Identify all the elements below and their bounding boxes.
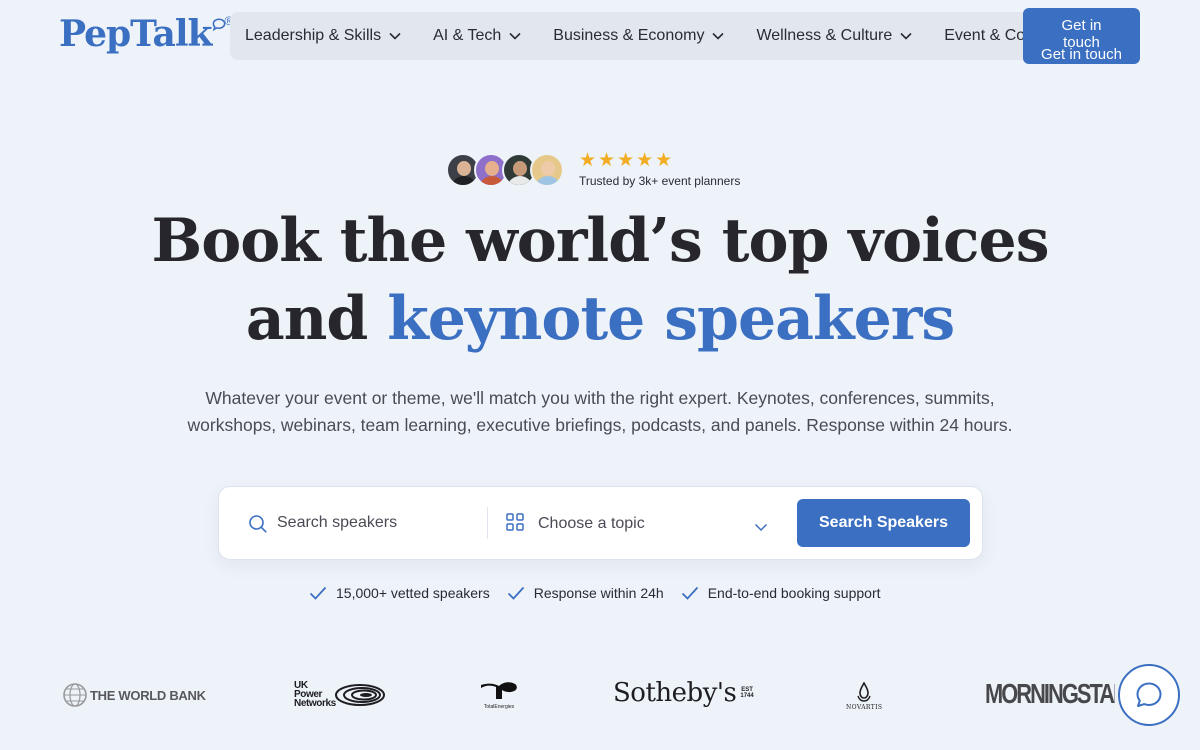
nav-item-ai-tech[interactable]: AI & Tech xyxy=(433,27,521,45)
feature-item: Response within 24h xyxy=(507,585,664,601)
cta-label-duplicate: Get in touch xyxy=(1041,46,1122,63)
hero-title-line-2: and keynote speakers xyxy=(0,280,1200,358)
nav-item-label: AI & Tech xyxy=(433,27,502,44)
feature-label: 15,000+ vetted speakers xyxy=(336,585,490,601)
chat-bubble-icon xyxy=(1136,682,1162,707)
feature-list: 15,000+ vetted speakers Response within … xyxy=(309,585,898,601)
search-speakers-button[interactable]: Search Speakers xyxy=(797,499,970,547)
sothebys-text: Sotheby's xyxy=(613,678,737,708)
nav-item-label: Wellness & Culture xyxy=(756,27,893,44)
main-nav: Leadership & Skills AI & Tech Business &… xyxy=(230,12,1030,60)
world-bank-logo: THE WORLD BANK xyxy=(62,682,206,708)
search-input[interactable] xyxy=(277,510,477,536)
nav-item-leadership[interactable]: Leadership & Skills xyxy=(245,27,401,45)
peptalk-logo[interactable]: PepTalk ® xyxy=(59,12,233,56)
sothebys-est: EST 1744 xyxy=(740,687,754,699)
totalenergies-logo: TotalEnergies xyxy=(479,680,519,710)
swirl-icon xyxy=(334,683,385,706)
speaker-search-bar: Choose a topic Search Speakers xyxy=(218,486,983,560)
nav-item-events[interactable]: Event & Confer xyxy=(944,27,1030,45)
topic-select[interactable]: Choose a topic xyxy=(506,507,776,541)
check-icon xyxy=(681,586,698,600)
feature-label: End-to-end booking support xyxy=(707,585,881,601)
subtitle-line-2: workshops, webinars, team learning, exec… xyxy=(187,415,1013,435)
trust-row: ★★★★★ Trusted by 3k+ event planners xyxy=(446,150,741,188)
nav-item-business[interactable]: Business & Economy xyxy=(553,27,725,45)
nav-item-label: Business & Economy xyxy=(553,27,705,44)
trust-text: ★★★★★ Trusted by 3k+ event planners xyxy=(579,150,741,188)
chevron-down-icon xyxy=(900,32,912,40)
check-icon xyxy=(507,586,524,600)
divider xyxy=(487,507,488,539)
hero-title-accent: keynote speakers xyxy=(387,284,955,354)
novartis-logo: NOVARTIS xyxy=(846,682,882,711)
subtitle-line-1: Whatever your event or theme, we'll matc… xyxy=(205,388,995,408)
totalenergies-mark-icon xyxy=(481,682,517,699)
globe-icon xyxy=(63,683,87,707)
search-icon xyxy=(248,514,268,539)
feature-label: Response within 24h xyxy=(533,585,664,601)
totalenergies-text: TotalEnergies xyxy=(483,704,515,710)
chevron-down-icon xyxy=(509,32,521,40)
feature-item: 15,000+ vetted speakers xyxy=(309,585,490,601)
chevron-down-icon xyxy=(712,32,725,40)
chevron-down-icon xyxy=(754,519,768,537)
check-icon xyxy=(309,586,327,600)
feature-item: End-to-end booking support xyxy=(681,585,881,601)
trust-label: Trusted by 3k+ event planners xyxy=(579,174,741,188)
logo-text: PepTalk xyxy=(59,13,212,55)
morningstar-logo: MORNINGSTAR xyxy=(985,678,1115,710)
novartis-flame-icon xyxy=(857,682,871,702)
chevron-down-icon xyxy=(389,32,401,40)
avatar xyxy=(530,153,564,187)
uk-power-networks-logo: UK Power Networks xyxy=(294,681,386,709)
get-in-touch-button[interactable]: Get in touch Get in touch xyxy=(1023,8,1140,64)
hero-title-plain: and xyxy=(245,284,368,354)
chat-button[interactable] xyxy=(1118,664,1180,726)
nav-item-label: Event & Confer xyxy=(944,27,1030,44)
nav-item-label: Leadership & Skills xyxy=(245,27,382,44)
hero-subtitle: Whatever your event or theme, we'll matc… xyxy=(150,385,1050,439)
topic-select-value: Choose a topic xyxy=(538,515,645,532)
hero-title-line-1: Book the world’s top voices xyxy=(151,206,1050,276)
novartis-text: NOVARTIS xyxy=(846,704,883,711)
grid-icon xyxy=(506,512,524,536)
avatar-group xyxy=(446,153,564,187)
morningstar-text: MORNINGSTAR xyxy=(985,678,1115,709)
client-logos: THE WORLD BANK UK Power Networks TotalEn… xyxy=(0,660,1200,730)
sothebys-logo: Sotheby's EST 1744 xyxy=(613,678,754,708)
star-rating-icon: ★★★★★ xyxy=(579,150,675,171)
world-bank-text: THE WORLD BANK xyxy=(90,687,206,703)
nav-item-wellness[interactable]: Wellness & Culture xyxy=(756,27,912,45)
